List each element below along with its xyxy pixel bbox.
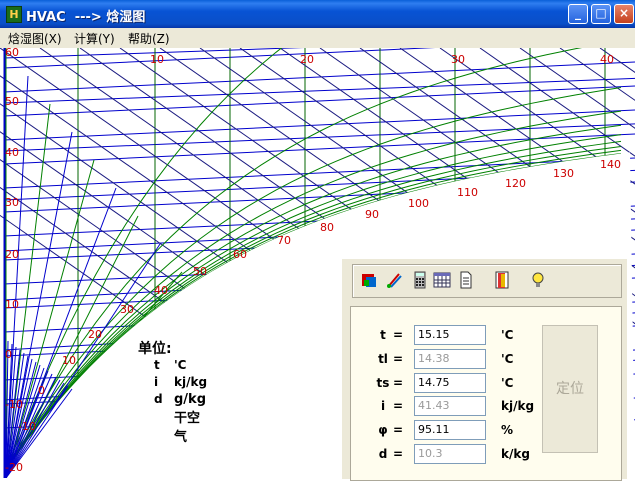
brush-icon[interactable] <box>385 271 403 290</box>
field-panel: t = 15.15 'C tl = 14.38 'C ts = 14.75 'C… <box>350 306 622 481</box>
unit-value: g/kg干空气 <box>174 392 207 445</box>
enthalpy-tick-label: 110 <box>457 186 478 199</box>
equals-sign: = <box>393 447 404 461</box>
equals-sign: = <box>393 423 404 437</box>
ts-input[interactable]: 14.75 <box>414 373 486 393</box>
colorize-icon[interactable] <box>360 271 378 290</box>
moisture-tick-label: 40 <box>600 53 614 66</box>
equals-sign: = <box>393 352 404 366</box>
field-row-t: t = 15.15 'C <box>351 325 541 345</box>
window-title: HVAC ---> 焓湿图 <box>26 10 146 25</box>
unit-value: 'C <box>174 358 187 372</box>
d-input[interactable]: 10.3 <box>414 444 486 464</box>
enthalpy-tick-label: -10 <box>18 420 36 433</box>
enthalpy-tick-label: 40 <box>154 284 168 297</box>
isotherm-line <box>3 61 635 93</box>
enthalpy-tick-label: 120 <box>505 177 526 190</box>
field-unit: 'C <box>501 328 514 342</box>
document-icon[interactable] <box>457 271 475 290</box>
maximize-button[interactable]: □ <box>591 4 611 24</box>
enthalpy-tick-label: 130 <box>553 167 574 180</box>
enthalpy-tick-label: 100 <box>408 197 429 210</box>
unit-symbol: d <box>154 392 163 406</box>
unit-symbol: i <box>154 375 159 389</box>
i-input[interactable]: 41.43 <box>414 396 486 416</box>
enthalpy-tick-label: 140 <box>600 158 621 171</box>
close-button[interactable]: × <box>614 4 634 24</box>
moisture-tick-label: 10 <box>150 53 164 66</box>
title-bar[interactable]: H HVAC ---> 焓湿图 _ □ × <box>0 0 635 28</box>
t-input[interactable]: 15.15 <box>414 325 486 345</box>
enthalpy-tick-label: 60 <box>233 248 247 261</box>
field-row-tl: tl = 14.38 'C <box>351 349 541 369</box>
exit-door-icon[interactable] <box>493 271 511 290</box>
enthalpy-tick-label: 70 <box>277 234 291 247</box>
temp-tick-label: -10 <box>5 398 23 411</box>
field-unit: kj/kg <box>501 399 535 413</box>
temp-tick-label: 0 <box>5 348 12 361</box>
isotherm-line <box>3 109 635 141</box>
units-row: d g/kg干空气 <box>138 392 206 445</box>
locate-button[interactable]: 定位 <box>542 325 598 453</box>
field-row-phi: φ = 95.11 % <box>351 420 541 440</box>
temp-tick-label: -20 <box>5 461 23 474</box>
temp-tick-label: 30 <box>5 196 19 209</box>
equals-sign: = <box>393 399 404 413</box>
temp-tick-label: 60 <box>5 48 19 59</box>
table-icon[interactable] <box>433 271 451 290</box>
enthalpy-tick-label: 30 <box>120 303 134 316</box>
enthalpy-tick-label: 50 <box>193 265 207 278</box>
temp-tick-label: 20 <box>5 248 19 261</box>
moisture-tick-label: 20 <box>300 53 314 66</box>
enthalpy-tick-label: 10 <box>62 354 76 367</box>
menu-psychrometric[interactable]: 焓湿图(X) <box>8 30 62 47</box>
minimize-button[interactable]: _ <box>568 4 588 24</box>
equals-sign: = <box>393 328 404 342</box>
isotherm-line <box>3 48 436 69</box>
units-title: 单位: <box>138 341 172 357</box>
enthalpy-tick-label: 20 <box>88 328 102 341</box>
field-unit: 'C <box>501 352 514 366</box>
field-row-d: d = 10.3 k/kg <box>351 444 541 464</box>
enthalpy-tick-label: 0 <box>38 384 45 397</box>
unit-symbol: t <box>154 358 160 372</box>
temp-tick-label: 40 <box>5 146 19 159</box>
moisture-tick-label: 30 <box>451 53 465 66</box>
menu-bar: 焓湿图(X) 计算(Y) 帮助(Z) <box>0 28 635 48</box>
field-unit: % <box>501 423 514 437</box>
tl-input[interactable]: 14.38 <box>414 349 486 369</box>
unit-value: kj/kg <box>174 375 208 389</box>
temp-tick-label: 50 <box>5 95 19 108</box>
field-unit: 'C <box>501 376 514 390</box>
equals-sign: = <box>393 376 404 390</box>
field-row-i: i = 41.43 kj/kg <box>351 396 541 416</box>
menu-calculate[interactable]: 计算(Y) <box>74 30 115 47</box>
app-icon: H <box>6 6 22 23</box>
units-legend: 单位: t 'C i kj/kg d g/kg干空气 <box>138 338 207 445</box>
units-row: i kj/kg <box>138 375 207 392</box>
menu-help[interactable]: 帮助(Z) <box>128 30 170 47</box>
calc-panel: t = 15.15 'C tl = 14.38 'C ts = 14.75 'C… <box>341 258 627 481</box>
calculator-icon[interactable] <box>411 271 429 290</box>
bulb-icon[interactable] <box>529 271 547 290</box>
field-unit: k/kg <box>501 447 530 461</box>
field-row-ts: ts = 14.75 'C <box>351 373 541 393</box>
enthalpy-tick-label: 90 <box>365 208 379 221</box>
units-row: t 'C <box>138 358 186 375</box>
enthalpy-tick-label: 80 <box>320 221 334 234</box>
phi-input[interactable]: 95.11 <box>414 420 486 440</box>
calc-toolbar <box>352 264 622 298</box>
temp-tick-label: 10 <box>5 298 19 311</box>
